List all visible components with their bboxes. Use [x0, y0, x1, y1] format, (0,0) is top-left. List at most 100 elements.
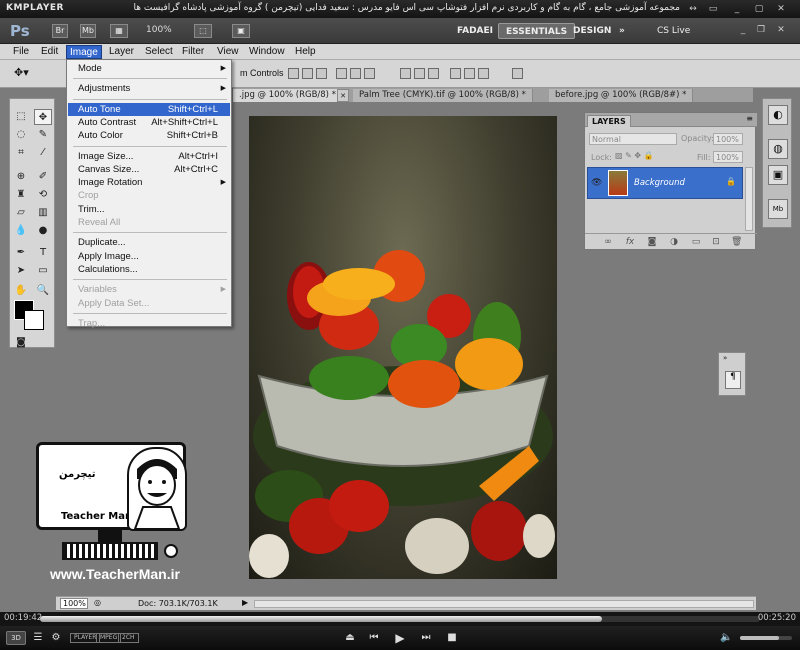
tab-before[interactable]: before.jpg @ 100% (RGB/8#) *: [549, 89, 694, 102]
image-menu-item-auto-tone[interactable]: Auto Tone Shift+Ctrl+L: [68, 102, 230, 116]
pin-icon[interactable]: ↔: [686, 3, 700, 15]
menu-edit[interactable]: Edit: [38, 45, 61, 59]
masks-panel-icon[interactable]: ▣: [768, 165, 788, 185]
player-stop-icon[interactable]: ■: [446, 632, 458, 644]
tab-close-icon[interactable]: ✕: [337, 89, 349, 102]
distribute-left-icon[interactable]: [450, 68, 461, 79]
mini-bridge-panel-icon[interactable]: Mb: [768, 199, 788, 219]
align-vcenter-icon[interactable]: [302, 68, 313, 79]
menu-help[interactable]: Help: [292, 45, 319, 59]
image-menu-item-image-size[interactable]: Image Size... Alt+Ctrl+I: [68, 150, 230, 163]
cs-live-button[interactable]: CS Live: [650, 23, 697, 39]
adjustments-panel-icon[interactable]: ◍: [768, 139, 788, 159]
ps-close-button[interactable]: ✕: [774, 24, 788, 36]
new-layer-icon[interactable]: ⊡: [711, 237, 721, 247]
hand-tool-icon[interactable]: ✋: [12, 283, 30, 299]
path-selection-tool-icon[interactable]: ➤: [12, 263, 30, 279]
layers-scrollbar[interactable]: [745, 167, 753, 231]
image-menu-item-adjustments[interactable]: Adjustments ▶: [68, 82, 230, 95]
player-eject-icon[interactable]: ⏏: [344, 632, 356, 644]
distribute-bottom-icon[interactable]: [428, 68, 439, 79]
player-playlist-icon[interactable]: ☰: [32, 632, 44, 644]
player-settings-icon[interactable]: ⚙: [50, 632, 62, 644]
align-right-icon[interactable]: [364, 68, 375, 79]
menu-window[interactable]: Window: [246, 45, 288, 59]
align-bottom-icon[interactable]: [316, 68, 327, 79]
bridge-button[interactable]: Br: [52, 24, 68, 38]
menu-filter[interactable]: Filter: [179, 45, 207, 59]
pen-tool-icon[interactable]: ✒: [12, 245, 30, 261]
player-minimize-button[interactable]: _: [730, 3, 744, 15]
player-previous-icon[interactable]: ⏮: [368, 632, 380, 644]
color-panel-icon[interactable]: ◐: [768, 105, 788, 125]
expand-panel-icon[interactable]: »: [723, 354, 727, 362]
distribute-top-icon[interactable]: [400, 68, 411, 79]
align-top-icon[interactable]: [288, 68, 299, 79]
document-canvas[interactable]: [249, 116, 557, 579]
horizontal-scrollbar[interactable]: [254, 600, 754, 608]
player-next-icon[interactable]: ⏭: [420, 632, 432, 644]
menu-image[interactable]: Image: [66, 45, 102, 59]
player-close-button[interactable]: ✕: [774, 3, 788, 15]
ps-minimize-button[interactable]: _: [736, 24, 750, 36]
marquee-tool-icon[interactable]: ⬚: [12, 109, 30, 125]
image-menu-item-canvas-size[interactable]: Canvas Size... Alt+Ctrl+C: [68, 163, 230, 176]
image-menu-item-image-rotation[interactable]: Image Rotation ▶: [68, 176, 230, 189]
link-layers-icon[interactable]: ∞: [603, 237, 613, 247]
align-hcenter-icon[interactable]: [350, 68, 361, 79]
adjustment-layer-icon[interactable]: ◑: [669, 237, 679, 247]
image-menu-item-auto-color[interactable]: Auto Color Shift+Ctrl+B: [68, 129, 230, 142]
menu-layer[interactable]: Layer: [106, 45, 137, 59]
layer-style-icon[interactable]: fx: [625, 237, 635, 247]
delete-layer-icon[interactable]: 🗑: [731, 237, 742, 247]
fill-field[interactable]: 100%: [713, 151, 743, 163]
lasso-tool-icon[interactable]: ◌: [12, 127, 30, 143]
view-extras-button[interactable]: ▦: [110, 24, 128, 38]
clone-stamp-tool-icon[interactable]: ♜: [12, 187, 30, 203]
quick-select-tool-icon[interactable]: ✎: [34, 127, 52, 143]
image-menu-item-auto-contrast[interactable]: Auto Contrast Alt+Shift+Ctrl+L: [68, 116, 230, 129]
healing-brush-tool-icon[interactable]: ⊕: [12, 169, 30, 185]
screen-mode-button[interactable]: ▣: [232, 24, 250, 38]
eye-icon[interactable]: 👁: [591, 178, 603, 188]
menu-view[interactable]: View: [214, 45, 242, 59]
type-tool-icon[interactable]: T: [34, 245, 52, 261]
dodge-tool-icon[interactable]: ●: [34, 223, 52, 239]
more-workspaces-icon[interactable]: »: [612, 23, 632, 39]
quick-mask-icon[interactable]: ◙: [12, 335, 30, 351]
eyedropper-tool-icon[interactable]: ⁄: [34, 145, 52, 161]
mini-bridge-button[interactable]: Mb: [80, 24, 96, 38]
layer-mask-icon[interactable]: ◙: [647, 237, 657, 247]
image-menu-item-mode[interactable]: Mode ▶: [68, 62, 230, 75]
distribute-right-icon[interactable]: [478, 68, 489, 79]
move-tool-icon[interactable]: ✥: [34, 109, 52, 125]
eraser-tool-icon[interactable]: ▱: [12, 205, 30, 221]
character-panel-icon[interactable]: ¶: [725, 371, 741, 389]
move-tool-preset-icon[interactable]: ✥▾: [14, 66, 29, 79]
crop-tool-icon[interactable]: ⌗: [12, 145, 30, 161]
brush-tool-icon[interactable]: ✐: [34, 169, 52, 185]
panel-menu-icon[interactable]: ≡: [746, 114, 753, 123]
tab-current-document[interactable]: .jpg @ 100% (RGB/8) *: [233, 89, 343, 102]
skin-icon[interactable]: ▭: [706, 3, 720, 15]
player-play-icon[interactable]: ▶: [394, 632, 406, 644]
opacity-field[interactable]: 100%: [713, 133, 743, 145]
blend-mode-select[interactable]: Normal: [589, 133, 677, 145]
image-menu-item-calculations[interactable]: Calculations...: [68, 263, 230, 276]
player-maximize-button[interactable]: ▢: [752, 3, 766, 15]
transform-controls-label[interactable]: m Controls: [240, 68, 284, 78]
layer-row-background[interactable]: 👁 Background 🔒: [587, 167, 743, 199]
align-left-icon[interactable]: [336, 68, 347, 79]
tab-palm-tree[interactable]: Palm Tree (CMYK).tif @ 100% (RGB/8) *: [353, 89, 533, 102]
workspace-fadaei[interactable]: FADAEI: [450, 23, 500, 39]
layer-name[interactable]: Background: [634, 178, 685, 188]
blur-tool-icon[interactable]: 💧: [12, 223, 30, 239]
background-color-swatch[interactable]: [24, 310, 44, 330]
menu-file[interactable]: File: [10, 45, 32, 59]
player-volume-icon[interactable]: 🔈: [720, 632, 732, 644]
player-seek-track[interactable]: [40, 616, 760, 622]
arrange-documents-button[interactable]: ⬚: [194, 24, 212, 38]
new-group-icon[interactable]: ▭: [691, 237, 701, 247]
workspace-essentials[interactable]: ESSENTIALS: [498, 23, 576, 39]
image-menu-item-apply-image[interactable]: Apply Image...: [68, 250, 230, 263]
